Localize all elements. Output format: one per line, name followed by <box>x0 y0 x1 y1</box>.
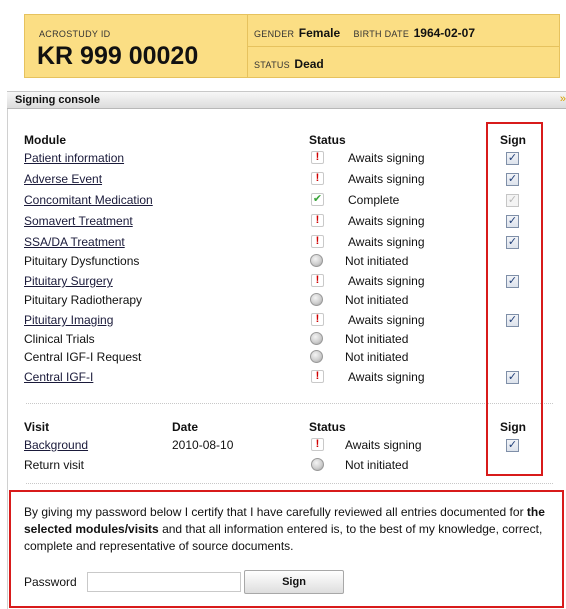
gray-circle-icon <box>310 350 323 363</box>
gray-circle-icon <box>310 293 323 306</box>
exclamation-icon: ! <box>311 151 324 164</box>
module-column-header: Module <box>24 133 66 147</box>
checkmark-icon: ✔ <box>311 193 324 206</box>
module-status: Awaits signing <box>348 370 425 384</box>
exclamation-icon: ! <box>311 235 324 248</box>
acrostudy-id-label: ACROSTUDY ID <box>39 29 111 39</box>
exclamation-icon: ! <box>311 172 324 185</box>
module-status: Not initiated <box>345 350 409 364</box>
exclamation-icon: ! <box>311 370 324 383</box>
exclamation-icon: ! <box>311 313 324 326</box>
acrostudy-id-block: ACROSTUDY ID KR 999 00020 <box>25 15 248 77</box>
gray-circle-icon <box>310 254 323 267</box>
visit-name: Return visit <box>24 458 85 472</box>
patient-header: ACROSTUDY ID KR 999 00020 GENDER Female … <box>24 14 560 78</box>
divider <box>26 403 553 404</box>
status-label: STATUS <box>254 60 290 70</box>
birth-date-value: 1964-02-07 <box>413 26 475 40</box>
date-column-header: Date <box>172 420 199 434</box>
gender-label: GENDER <box>254 29 295 39</box>
module-name[interactable]: Concomitant Medication <box>24 193 153 207</box>
visit-status: Not initiated <box>345 458 409 472</box>
module-name: Central IGF-I Request <box>24 350 142 364</box>
visit-name[interactable]: Background <box>24 438 88 452</box>
divider <box>26 483 553 484</box>
module-name[interactable]: Central IGF-I <box>24 370 93 384</box>
acrostudy-id-value: KR 999 00020 <box>37 42 199 70</box>
signing-console-bar: Signing console » <box>7 91 566 109</box>
birth-date-label: BIRTH DATE <box>353 29 410 39</box>
module-status: Awaits signing <box>348 235 425 249</box>
signing-panel: Module Status Sign Patient information! A… <box>7 109 566 609</box>
module-status: Awaits signing <box>348 151 425 165</box>
module-status: Awaits signing <box>348 274 425 288</box>
module-name[interactable]: Patient information <box>24 151 124 165</box>
module-name[interactable]: SSA/DA Treatment <box>24 235 125 249</box>
header-demographics: GENDER Female BIRTH DATE 1964-02-07 <box>247 15 559 47</box>
module-status: Not initiated <box>345 332 409 346</box>
module-name: Pituitary Dysfunctions <box>24 254 140 268</box>
module-status: Complete <box>348 193 400 207</box>
status-column-header: Status <box>309 133 346 147</box>
module-name[interactable]: Pituitary Surgery <box>24 274 113 288</box>
visit-date: 2010-08-10 <box>172 438 234 452</box>
visit-column-header: Visit <box>24 420 50 434</box>
sign-column-highlight <box>486 122 543 476</box>
visit-status-column-header: Status <box>309 420 346 434</box>
module-name: Pituitary Radiotherapy <box>24 293 143 307</box>
module-name[interactable]: Pituitary Imaging <box>24 313 113 327</box>
exclamation-icon: ! <box>311 274 324 287</box>
sign-button[interactable]: Sign <box>244 570 344 594</box>
module-name: Clinical Trials <box>24 332 95 346</box>
certification-text: By giving my password below I certify th… <box>24 504 554 555</box>
header-status: STATUS Dead <box>247 46 559 77</box>
module-status: Awaits signing <box>348 172 425 186</box>
gray-circle-icon <box>310 332 323 345</box>
collapse-icon[interactable]: » <box>560 93 566 105</box>
module-name[interactable]: Somavert Treatment <box>24 214 133 228</box>
module-status: Not initiated <box>345 254 409 268</box>
module-status: Not initiated <box>345 293 409 307</box>
module-status: Awaits signing <box>348 214 425 228</box>
password-input[interactable] <box>87 572 241 592</box>
visit-status: Awaits signing <box>345 438 422 452</box>
module-name[interactable]: Adverse Event <box>24 172 102 186</box>
exclamation-icon: ! <box>311 214 324 227</box>
status-value: Dead <box>294 57 324 71</box>
gray-circle-icon <box>311 458 324 471</box>
certification-text-pre: By giving my password below I certify th… <box>24 505 527 519</box>
module-status: Awaits signing <box>348 313 425 327</box>
password-label: Password <box>24 575 77 589</box>
signing-console-title: Signing console <box>15 94 100 106</box>
exclamation-icon: ! <box>311 438 324 451</box>
gender-value: Female <box>298 26 341 40</box>
